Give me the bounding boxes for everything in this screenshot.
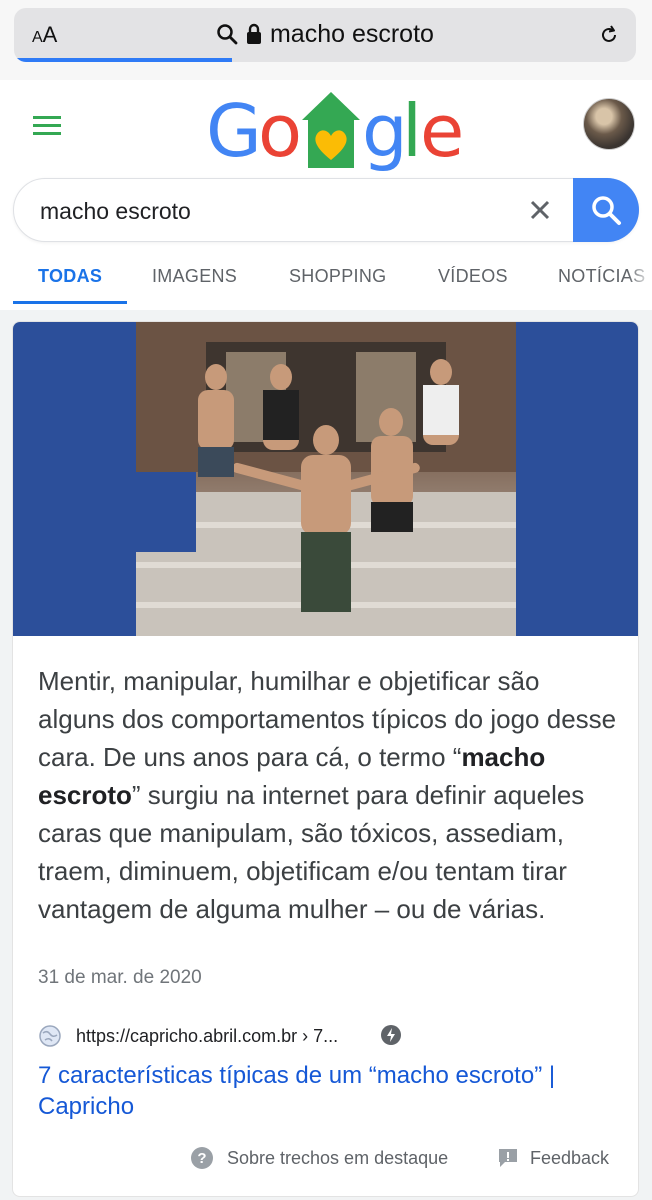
- about-snippets-link[interactable]: Sobre trechos em destaque: [227, 1148, 448, 1169]
- snippet-text: Mentir, manipular, humilhar e objetifica…: [38, 662, 618, 928]
- feedback-icon[interactable]: [497, 1147, 519, 1169]
- account-avatar[interactable]: [583, 98, 635, 150]
- tab-videos[interactable]: VÍDEOS: [438, 266, 508, 287]
- search-icon: [217, 24, 238, 45]
- svg-text:?: ?: [197, 1150, 206, 1167]
- amp-lightning-icon: [381, 1025, 401, 1045]
- tab-imagens[interactable]: IMAGENS: [152, 266, 237, 287]
- tab-shopping[interactable]: SHOPPING: [289, 266, 386, 287]
- feedback-link[interactable]: Feedback: [530, 1148, 609, 1169]
- source-url[interactable]: https://capricho.abril.com.br › 7...: [76, 1026, 338, 1047]
- search-field[interactable]: macho escroto: [13, 178, 639, 242]
- clear-icon[interactable]: [529, 199, 551, 221]
- google-doodle-logo[interactable]: G o g l e: [206, 89, 464, 173]
- search-icon: [592, 196, 621, 225]
- address-bar[interactable]: AA macho escroto: [14, 8, 636, 62]
- logo-letter-e: e: [420, 89, 464, 173]
- source-row[interactable]: https://capricho.abril.com.br › 7...: [38, 1024, 598, 1048]
- logo-letter-g: G: [206, 89, 262, 173]
- search-button[interactable]: [573, 178, 639, 242]
- snippet-date: 31 de mar. de 2020: [38, 967, 202, 988]
- result-title-text[interactable]: 7 características típicas de um “macho e…: [38, 1062, 555, 1120]
- featured-image[interactable]: [136, 322, 516, 636]
- address-text-group[interactable]: macho escroto: [14, 20, 636, 49]
- active-tab-indicator: [13, 301, 127, 304]
- lock-icon: [247, 23, 262, 44]
- featured-snippet-card: Mentir, manipular, humilhar e objetifica…: [12, 321, 639, 1197]
- logo-letter-o: o: [258, 89, 302, 173]
- house-heart-icon: [302, 92, 360, 168]
- logo-letter-l: l: [402, 89, 422, 173]
- reload-icon[interactable]: [598, 24, 620, 46]
- address-url: macho escroto: [269, 20, 434, 48]
- help-icon[interactable]: ?: [190, 1146, 214, 1170]
- hamburger-menu-icon[interactable]: [33, 115, 61, 137]
- result-title-link[interactable]: 7 características típicas de um “macho e…: [38, 1060, 618, 1122]
- logo-letter-g2: g: [362, 89, 408, 173]
- featured-image-frame[interactable]: [13, 322, 638, 636]
- search-tabs: TODAS IMAGENS SHOPPING VÍDEOS NOTÍCIAS: [0, 250, 652, 306]
- tab-todas[interactable]: TODAS: [38, 266, 102, 287]
- browser-toolbar: AA macho escroto: [0, 0, 652, 81]
- tabs-fade: [628, 250, 652, 302]
- search-input[interactable]: macho escroto: [40, 198, 191, 225]
- globe-icon: [39, 1025, 61, 1047]
- group-photo: [136, 322, 516, 636]
- snippet-footer: ? Sobre trechos em destaque Feedback: [13, 1144, 638, 1174]
- page-load-progress: [14, 58, 232, 62]
